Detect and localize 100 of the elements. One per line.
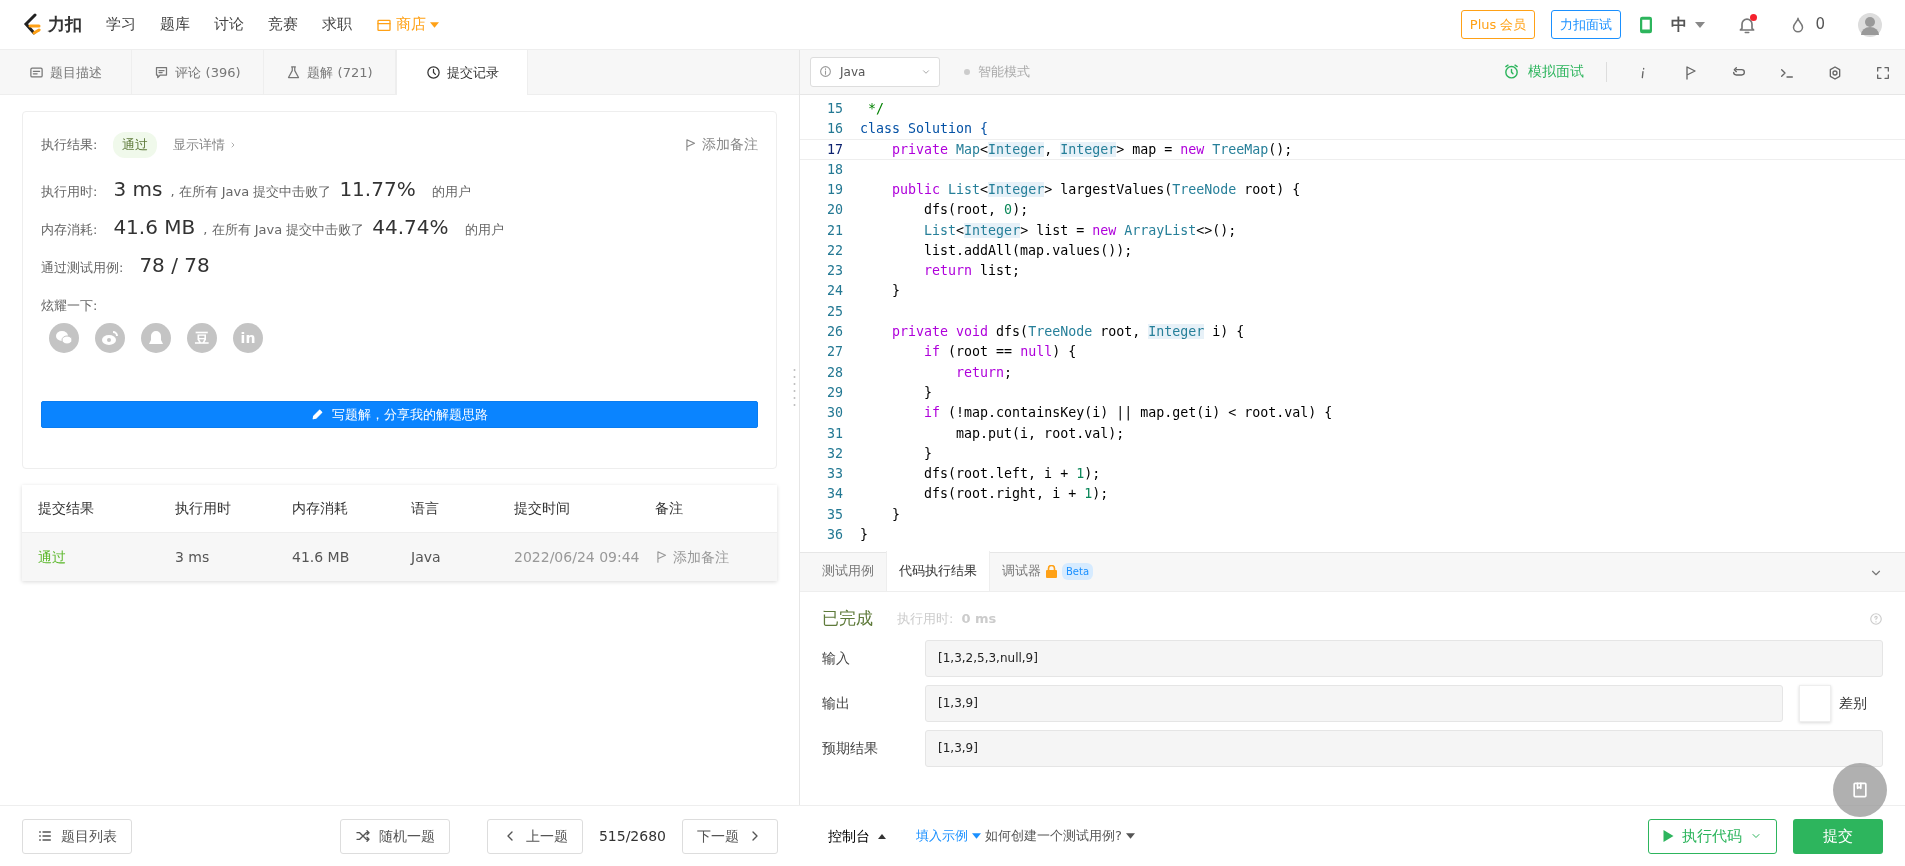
language-select[interactable]: Java (810, 56, 940, 87)
nav-link[interactable]: 题库 (160, 13, 190, 36)
code-line: list.addAll(map.values()); (923, 241, 1133, 260)
line-number: 21 (826, 221, 844, 240)
list-icon (37, 828, 53, 844)
code-line: } (923, 444, 933, 463)
code-line: } (923, 383, 933, 402)
help-icon[interactable] (1869, 611, 1883, 626)
settings-icon (1827, 64, 1843, 81)
run-code-button[interactable]: 执行代码 (1648, 818, 1777, 854)
book-icon (1850, 780, 1870, 800)
line-number: 26 (826, 323, 844, 341)
stat-label: 内存消耗: (41, 220, 98, 239)
field-label: 输入 (822, 648, 851, 668)
nav-link[interactable]: 讨论 (214, 13, 244, 36)
help-link[interactable]: 如何创建一个测试用例? (985, 826, 1135, 846)
details-link[interactable]: 显示详情 (173, 135, 238, 155)
footer-button[interactable]: 随机一题 (339, 818, 450, 854)
flask-icon (286, 65, 302, 80)
chat-bubbles-icon (55, 330, 73, 346)
console-tab[interactable]: 调试器 Beta (990, 551, 1106, 592)
panel-tab[interactable]: 题目描述 (0, 50, 132, 95)
stat-value: 78 / 78 (139, 251, 210, 279)
table-cell-text: 2022/06/24 09:44 (514, 547, 641, 567)
alarm-clock-icon (1503, 63, 1520, 81)
penguin-icon (149, 330, 163, 346)
caret-icon (878, 833, 886, 839)
line-number: 23 (826, 262, 844, 281)
stat-text: , 在所有 Java 提交中击败了 (203, 220, 365, 239)
panel-tab[interactable]: 提交记录 (396, 50, 528, 95)
caret-icon (1125, 833, 1135, 839)
share-label: 炫耀一下: (41, 296, 99, 315)
flag-icon (655, 550, 669, 564)
footer-button[interactable]: 下一题 (682, 818, 778, 854)
caret-icon (430, 21, 439, 28)
share-button[interactable] (49, 323, 79, 353)
field-label: 输出 (822, 693, 851, 713)
stat-percent: 44.74% (372, 213, 449, 241)
code-line: if (root == null) { (923, 343, 1077, 362)
console-tab[interactable]: 代码执行结果 (886, 551, 990, 592)
add-note-link[interactable]: 添加备注 (655, 546, 761, 568)
field-label: 预期结果 (822, 738, 879, 758)
nav-link[interactable]: 学习 (106, 13, 136, 36)
submit-button[interactable]: 提交 (1793, 818, 1883, 854)
nav-link[interactable]: 竞赛 (268, 13, 298, 36)
line-number: 34 (826, 485, 844, 504)
floating-button[interactable] (1833, 763, 1887, 817)
output-field: [1,3,2,5,3,null,9] (925, 639, 1883, 677)
line-number: 30 (826, 404, 844, 423)
nav-link[interactable]: 求职 (322, 13, 352, 36)
line-number: 19 (826, 180, 844, 199)
console-button[interactable]: 控制台 (822, 824, 892, 848)
code-line: } (860, 526, 868, 544)
panel-tab[interactable]: 评论 (396) (132, 50, 264, 95)
line-number: 33 (826, 465, 844, 484)
pencil-icon (311, 408, 324, 421)
table-cell-text: 3 ms (175, 547, 211, 567)
stat-percent: 11.77% (339, 175, 416, 203)
interview-button[interactable]: 力扣面试 (1551, 9, 1622, 40)
line-number: 24 (826, 282, 844, 301)
column-header: 提交结果 (38, 499, 95, 518)
resize-handle[interactable] (793, 368, 796, 408)
table-cell-text: Java (411, 547, 442, 567)
mock-interview-button[interactable]: 模拟面试 (1497, 60, 1590, 84)
console-tab[interactable]: 测试用例 (810, 551, 886, 592)
footer-button[interactable]: 上一题 (486, 818, 583, 854)
line-number: 35 (826, 505, 844, 524)
footer-button[interactable]: 题目列表 (22, 818, 132, 854)
table-row[interactable]: 通过 3 ms 41.6 MB Java 2022/06/24 09:44 添加备注 (22, 533, 777, 581)
code-line: dfs(root.left, i + 1); (923, 465, 1101, 484)
flag-icon (684, 137, 698, 152)
stat-label: 通过测试用例: (41, 258, 124, 277)
run-status: 已完成 (822, 607, 873, 631)
caret-icon (1695, 21, 1706, 28)
share-button[interactable] (141, 323, 171, 353)
code-line: dfs(root, 0); (923, 201, 1029, 220)
column-header: 语言 (411, 499, 440, 518)
line-number: 20 (826, 201, 844, 220)
notification-button[interactable] (1737, 14, 1758, 35)
language-menu[interactable]: 中 (1671, 12, 1706, 37)
beta-badge: Beta (1062, 562, 1094, 580)
stat-label: 执行用时: (41, 182, 98, 201)
line-number: 27 (826, 343, 844, 362)
output-field: [1,3,9] (925, 684, 1783, 722)
status-cell[interactable]: 通过 (38, 546, 175, 568)
write-solution-button[interactable]: 写题解，分享我的解题思路 (41, 401, 758, 428)
smart-mode-toggle[interactable]: 智能模式 (964, 62, 1030, 82)
code-line: */ (867, 99, 885, 118)
eye-swirl-icon (101, 330, 119, 346)
avatar[interactable] (1857, 11, 1883, 38)
status-pill: 通过 (113, 132, 158, 158)
line-number: 31 (826, 424, 844, 443)
share-button[interactable] (95, 323, 125, 353)
problem-counter: 515/2680 (598, 826, 666, 846)
code-line: } (891, 505, 901, 524)
add-note-link[interactable]: 添加备注 (684, 134, 758, 156)
logo-text[interactable]: 力扣 (48, 11, 82, 38)
code-line: class Solution { (860, 120, 989, 139)
fill-example-link[interactable]: 填入示例 (916, 826, 981, 846)
code-line: if (!map.containsKey(i) || map.get(i) < root.val) { (923, 404, 1333, 423)
